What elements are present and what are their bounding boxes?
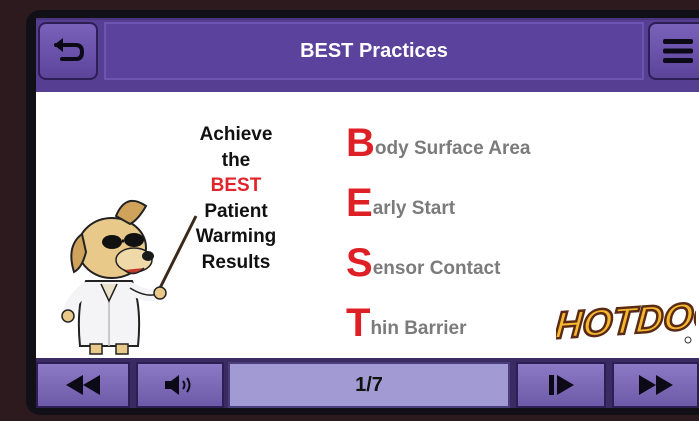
fast-forward-button[interactable] bbox=[612, 362, 699, 408]
screen: BEST Practices Achieve the BEST Patient … bbox=[36, 18, 699, 408]
acrostic-row: T hin Barrier bbox=[346, 283, 530, 343]
back-arrow-icon bbox=[54, 38, 85, 61]
menu-button[interactable] bbox=[648, 22, 699, 80]
fast-forward-icon bbox=[638, 375, 673, 395]
next-page-icon bbox=[549, 375, 574, 395]
acrostic-text: hin Barrier bbox=[370, 318, 467, 339]
page-title: BEST Practices bbox=[104, 22, 644, 80]
best-acrostic: B ody Surface Area E arly Start S ensor … bbox=[346, 118, 530, 343]
intro-line: Achieve bbox=[199, 124, 273, 145]
volume-button[interactable] bbox=[136, 362, 224, 408]
back-button[interactable] bbox=[38, 22, 98, 80]
page-indicator: 1/7 bbox=[228, 362, 510, 408]
acrostic-text: ody Surface Area bbox=[374, 138, 531, 159]
next-button[interactable] bbox=[516, 362, 606, 408]
intro-line: the bbox=[221, 149, 251, 171]
svg-text:HOTDOG: HOTDOG bbox=[556, 293, 696, 347]
bottom-toolbar: 1/7 bbox=[36, 358, 699, 408]
acrostic-letter: S bbox=[346, 241, 373, 285]
acrostic-letter: E bbox=[346, 181, 373, 225]
acrostic-text: ensor Contact bbox=[372, 258, 501, 279]
rewind-icon bbox=[66, 375, 100, 395]
acrostic-letter: B bbox=[346, 121, 375, 165]
header-bar: BEST Practices bbox=[36, 18, 699, 92]
hamburger-menu-icon bbox=[663, 39, 693, 63]
acrostic-row: S ensor Contact bbox=[346, 223, 530, 283]
rewind-button[interactable] bbox=[36, 362, 130, 408]
acrostic-text: arly Start bbox=[372, 198, 456, 219]
acrostic-letter: T bbox=[346, 301, 371, 345]
hotdog-logo: HOTDOG bbox=[556, 292, 696, 348]
volume-icon bbox=[165, 375, 191, 395]
acrostic-row: B ody Surface Area bbox=[346, 118, 530, 163]
dog-mascot-illustration bbox=[61, 199, 198, 355]
acrostic-row: E arly Start bbox=[346, 163, 530, 223]
